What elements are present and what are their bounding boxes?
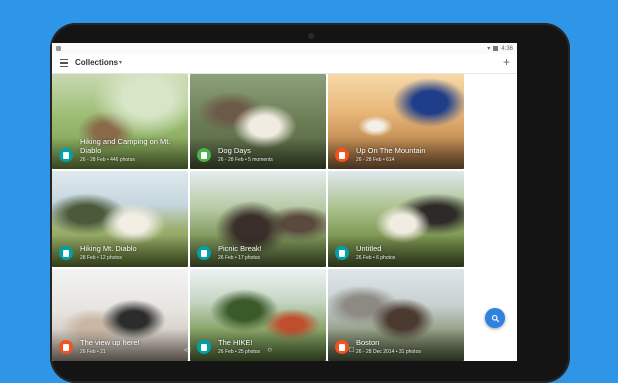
moments-icon xyxy=(197,148,211,162)
collection-title: Untitled xyxy=(356,243,382,253)
hamburger-icon[interactable] xyxy=(60,59,68,68)
wifi-icon: ▾ xyxy=(487,46,491,52)
album-icon xyxy=(59,340,73,354)
album-icon xyxy=(335,148,349,162)
collection-subtitle: 26 Feb • 17 photos xyxy=(218,255,261,261)
battery-icon xyxy=(493,46,499,51)
page-title[interactable]: Collections xyxy=(75,58,118,67)
album-icon xyxy=(59,246,73,260)
collection-title: Boston xyxy=(356,337,380,347)
album-icon xyxy=(197,246,211,260)
collection-title: Up On The Mountain xyxy=(356,145,426,155)
notification-icon xyxy=(56,46,61,51)
navigation-bar: ◁ ○ □ xyxy=(184,342,354,356)
collection-subtitle: 28 Feb • 12 photos xyxy=(80,255,123,261)
collection-card[interactable]: Up On The Mountain 26 - 28 Feb • 614 xyxy=(328,74,464,169)
collection-card[interactable]: Hiking Mt. Diablo 28 Feb • 12 photos xyxy=(52,171,188,267)
collection-card[interactable]: Hiking and Camping on Mt. Diablo 26 - 28… xyxy=(52,74,188,169)
recents-icon[interactable]: □ xyxy=(349,345,354,354)
search-button[interactable] xyxy=(485,308,505,328)
collection-card[interactable]: Dog Days 26 - 28 Feb • 5 moments xyxy=(190,74,326,169)
status-bar: ▾ 4:36 xyxy=(52,43,517,54)
album-icon xyxy=(59,148,73,162)
collection-subtitle: 26 - 28 Feb • 5 moments xyxy=(218,157,273,163)
clock: 4:36 xyxy=(501,45,513,52)
screen: ▾ 4:36 Collections ▾ + Hiking and Campin… xyxy=(52,43,517,361)
collection-title: Hiking and Camping on Mt. Diablo xyxy=(80,137,171,155)
search-icon xyxy=(491,314,499,322)
back-icon[interactable]: ◁ xyxy=(184,345,190,354)
collection-subtitle: 26 Feb • 6 photos xyxy=(356,255,396,261)
collection-card[interactable]: Picnic Break! 26 Feb • 17 photos xyxy=(190,171,326,267)
chevron-down-icon[interactable]: ▾ xyxy=(119,59,122,66)
collection-subtitle: 26 - 28 Feb • 614 xyxy=(356,157,395,163)
collection-subtitle: 26 Feb • 21 xyxy=(80,349,106,355)
collection-title: Hiking Mt. Diablo xyxy=(80,243,137,253)
collection-subtitle: 26 - 28 Feb • 446 photos xyxy=(80,157,135,163)
album-icon xyxy=(335,246,349,260)
front-camera xyxy=(308,33,314,39)
collection-title: Dog Days xyxy=(218,145,251,155)
collection-subtitle: 26 - 28 Dec 2014 • 31 photos xyxy=(356,349,421,355)
collection-card[interactable]: The view up here! 26 Feb • 21 xyxy=(52,269,188,361)
plus-icon[interactable]: + xyxy=(503,56,510,68)
collection-title: Picnic Break! xyxy=(218,243,262,253)
collection-title: The view up here! xyxy=(80,337,140,347)
app-bar: Collections ▾ + xyxy=(52,54,517,74)
collection-card[interactable]: Untitled 26 Feb • 6 photos xyxy=(328,171,464,267)
home-icon[interactable]: ○ xyxy=(267,345,272,354)
